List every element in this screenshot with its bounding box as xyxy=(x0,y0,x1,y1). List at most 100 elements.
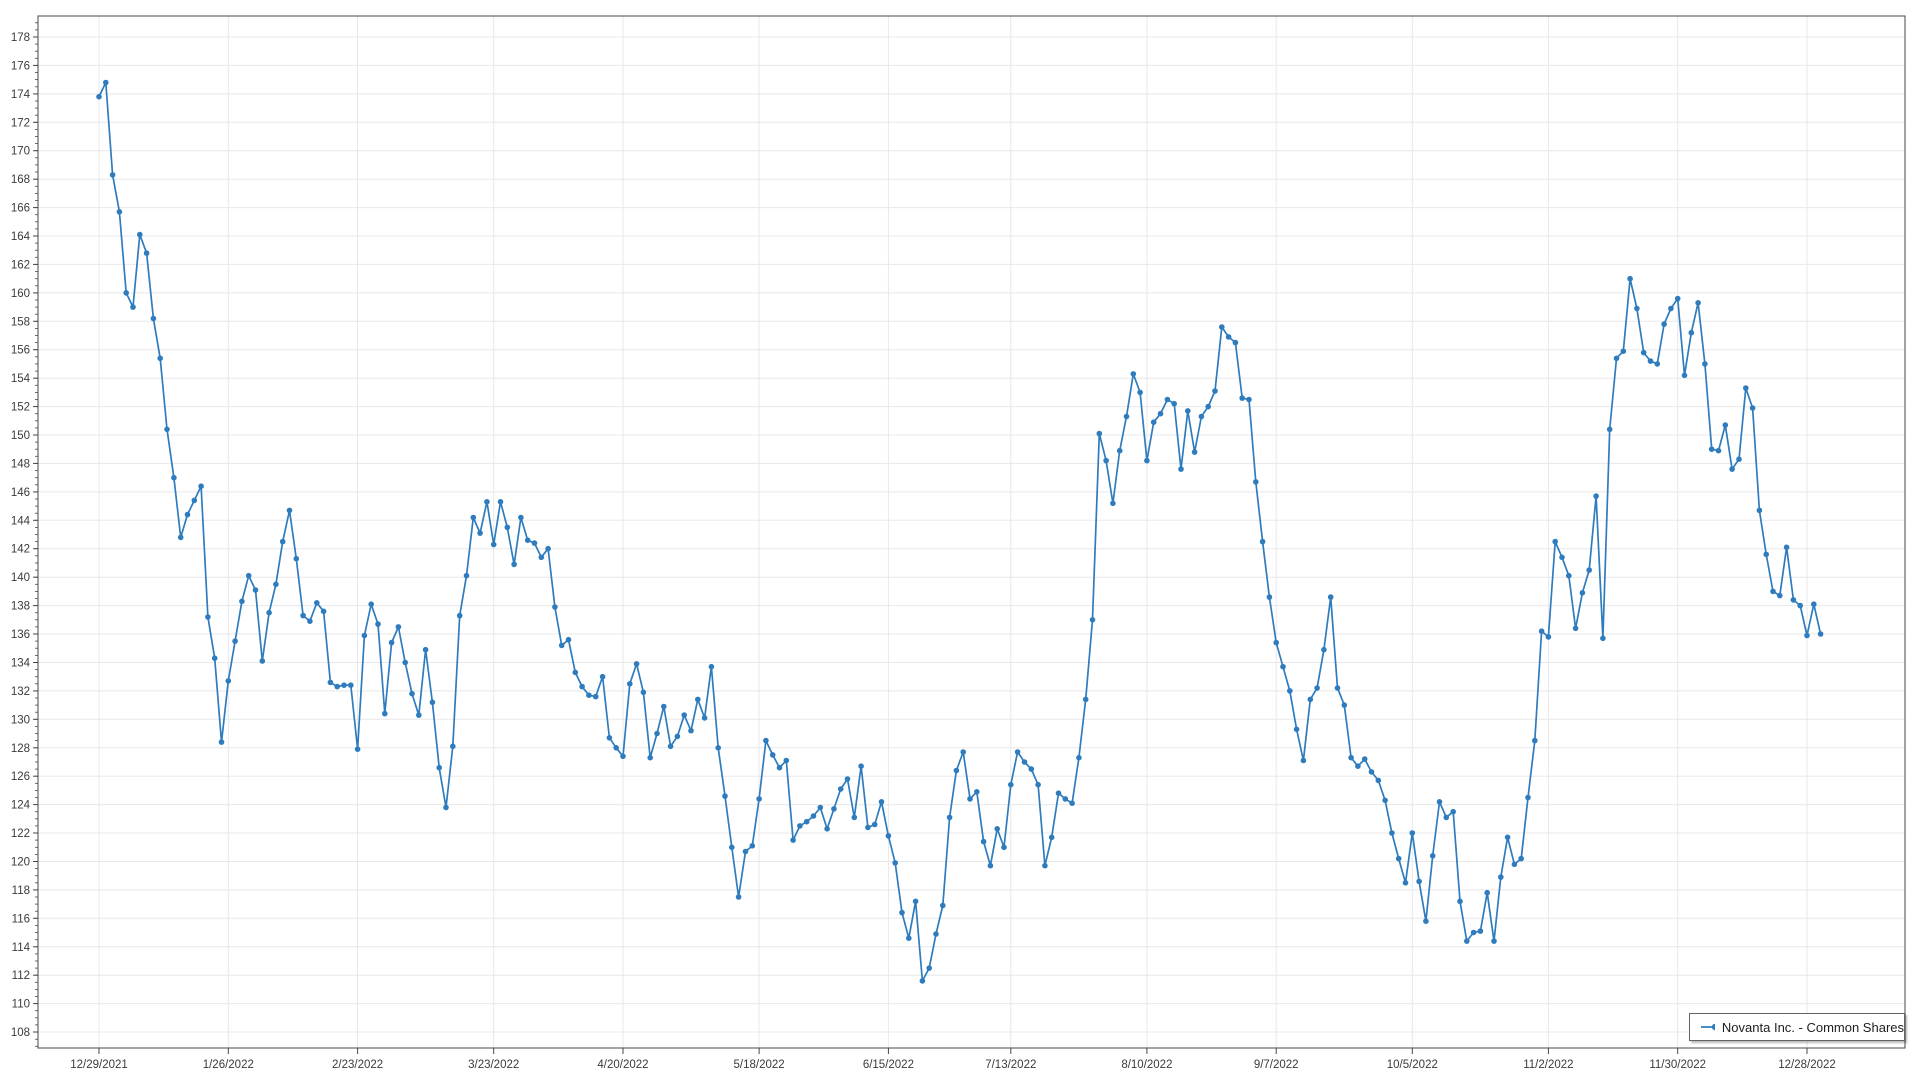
data-point[interactable]: 2/23/2022: 127.9 xyxy=(355,746,361,752)
data-point[interactable]: 10/31/2022: 128.5 xyxy=(1532,738,1538,744)
data-point[interactable]: 9/6/2022: 138.6 xyxy=(1267,594,1273,600)
data-point[interactable]: 7/22/2022: 124.8 xyxy=(1056,790,1062,796)
data-point[interactable]: 12/2/2022: 157.2 xyxy=(1689,330,1695,336)
data-point[interactable]: 6/2/2022: 122.3 xyxy=(824,826,830,832)
data-point[interactable]: 10/5/2022: 122 xyxy=(1410,830,1416,836)
data-point[interactable]: 5/9/2022: 133.7 xyxy=(709,664,715,670)
data-point[interactable]: 11/11/2022: 145.7 xyxy=(1593,493,1599,499)
data-point[interactable]: 10/14/2022: 117.2 xyxy=(1457,899,1463,905)
data-point[interactable]: 12/16/2022: 144.7 xyxy=(1757,508,1763,514)
data-point[interactable]: 11/14/2022: 135.7 xyxy=(1600,636,1606,642)
data-point[interactable]: 4/25/2022: 131.9 xyxy=(641,690,647,696)
data-point[interactable]: 2/28/2022: 136.7 xyxy=(375,621,381,627)
data-point[interactable]: 12/30/2022: 136 xyxy=(1818,631,1824,637)
data-point[interactable]: 12/6/2022: 155 xyxy=(1702,361,1708,367)
data-point[interactable]: 1/20/2022: 146.4 xyxy=(198,483,204,489)
legend[interactable]: Novanta Inc. - Common Shares xyxy=(1689,1013,1905,1041)
data-point[interactable]: 6/16/2022: 119.9 xyxy=(892,860,898,866)
data-point[interactable]: 2/25/2022: 138.1 xyxy=(368,601,374,607)
data-point[interactable]: 5/25/2022: 121.5 xyxy=(790,837,796,843)
data-point[interactable]: 8/10/2022: 148.2 xyxy=(1144,458,1150,464)
data-point[interactable]: 5/24/2022: 127.1 xyxy=(784,758,790,764)
data-point[interactable]: 7/15/2022: 127 xyxy=(1022,759,1028,765)
data-point[interactable]: 8/12/2022: 151.5 xyxy=(1158,411,1164,417)
data-point[interactable]: 1/28/2022: 138.3 xyxy=(239,599,245,605)
data-point[interactable]: 1/24/2022: 134.3 xyxy=(212,655,218,661)
data-point[interactable]: 3/24/2022: 145.3 xyxy=(498,499,504,505)
data-point[interactable]: 2/3/2022: 137.5 xyxy=(266,610,272,616)
data-point[interactable]: 10/3/2022: 120.2 xyxy=(1396,856,1402,862)
data-point[interactable]: 1/13/2022: 147 xyxy=(171,475,177,481)
data-point[interactable]: 9/20/2022: 132.2 xyxy=(1335,685,1341,691)
data-point[interactable]: 2/22/2022: 132.4 xyxy=(348,682,354,688)
data-point[interactable]: 9/22/2022: 127.3 xyxy=(1348,755,1354,761)
data-point[interactable]: 2/1/2022: 139.1 xyxy=(253,587,259,593)
data-point[interactable]: 1/5/2022: 159 xyxy=(130,304,136,310)
data-point[interactable]: 10/12/2022: 123.1 xyxy=(1444,815,1450,821)
data-point[interactable]: 10/28/2022: 124.5 xyxy=(1525,795,1531,801)
data-point[interactable]: 8/3/2022: 145.2 xyxy=(1110,501,1116,507)
data-point[interactable]: 11/15/2022: 150.4 xyxy=(1607,427,1613,433)
data-point[interactable]: 10/17/2022: 114.4 xyxy=(1464,938,1470,944)
data-point[interactable]: 6/1/2022: 123.8 xyxy=(818,805,824,811)
data-point[interactable]: 1/27/2022: 135.5 xyxy=(232,638,238,644)
data-point[interactable]: 8/24/2022: 153.1 xyxy=(1212,388,1218,394)
data-point[interactable]: 12/7/2022: 149 xyxy=(1709,446,1715,452)
data-point[interactable]: 8/25/2022: 157.6 xyxy=(1219,324,1225,330)
data-point[interactable]: 10/11/2022: 124.2 xyxy=(1437,799,1443,805)
data-point[interactable]: 3/4/2022: 134 xyxy=(402,660,408,666)
data-point[interactable]: 1/26/2022: 132.7 xyxy=(226,678,232,684)
data-point[interactable]: 12/19/2022: 141.6 xyxy=(1763,552,1769,558)
data-point[interactable]: 3/28/2022: 140.9 xyxy=(511,562,517,568)
data-point[interactable]: 3/21/2022: 143.1 xyxy=(477,530,483,536)
data-point[interactable]: 9/8/2022: 133.7 xyxy=(1280,664,1286,670)
data-point[interactable]: 9/13/2022: 127.1 xyxy=(1301,758,1307,764)
data-point[interactable]: 2/14/2022: 138.2 xyxy=(314,600,320,606)
data-point[interactable]: 7/27/2022: 127.3 xyxy=(1076,755,1082,761)
data-point[interactable]: 9/23/2022: 126.7 xyxy=(1355,763,1361,769)
data-point[interactable]: 7/5/2022: 124.4 xyxy=(967,796,973,802)
data-point[interactable]: 1/10/2022: 158.2 xyxy=(151,316,157,322)
data-point[interactable]: 7/28/2022: 131.4 xyxy=(1083,697,1089,703)
data-point[interactable]: 8/18/2022: 151.7 xyxy=(1185,408,1191,414)
data-point[interactable]: 11/21/2022: 158.9 xyxy=(1634,306,1640,312)
data-point[interactable]: 2/7/2022: 142.5 xyxy=(280,539,286,545)
data-point[interactable]: 2/15/2022: 137.6 xyxy=(321,609,327,615)
data-point[interactable]: 9/29/2022: 124.3 xyxy=(1382,798,1388,804)
data-point[interactable]: 9/16/2022: 134.9 xyxy=(1321,647,1327,653)
data-point[interactable]: 12/30/2021: 174.8 xyxy=(103,80,109,86)
data-point[interactable]: 7/18/2022: 126.5 xyxy=(1029,766,1035,772)
data-point[interactable]: 12/5/2022: 159.3 xyxy=(1695,300,1701,306)
data-point[interactable]: 1/12/2022: 150.4 xyxy=(164,427,170,433)
data-point[interactable]: 4/7/2022: 135.6 xyxy=(566,637,572,643)
data-point[interactable]: 6/9/2022: 126.7 xyxy=(858,763,864,769)
data-point[interactable]: 10/13/2022: 123.5 xyxy=(1450,809,1456,815)
data-point[interactable]: 2/8/2022: 144.7 xyxy=(287,508,293,514)
data-point[interactable]: 3/31/2022: 142.4 xyxy=(532,540,538,546)
data-point[interactable]: 9/28/2022: 125.7 xyxy=(1376,778,1382,784)
data-point[interactable]: 7/7/2022: 121.4 xyxy=(981,839,987,845)
data-point[interactable]: 11/1/2022: 136.2 xyxy=(1539,628,1545,634)
data-point[interactable]: 7/11/2022: 122.3 xyxy=(994,826,1000,832)
data-point[interactable]: 6/27/2022: 114.9 xyxy=(933,931,939,937)
data-point[interactable]: 11/3/2022: 142.5 xyxy=(1552,539,1558,545)
data-point[interactable]: 7/29/2022: 137 xyxy=(1090,617,1096,623)
data-point[interactable]: 1/21/2022: 137.2 xyxy=(205,614,211,620)
data-point[interactable]: 6/8/2022: 123.1 xyxy=(852,815,858,821)
data-point[interactable]: 2/4/2022: 139.5 xyxy=(273,582,279,588)
data-point[interactable]: 4/27/2022: 129 xyxy=(654,731,660,737)
data-point[interactable]: 3/25/2022: 143.5 xyxy=(505,525,511,531)
data-point[interactable]: 6/22/2022: 117.2 xyxy=(913,899,919,905)
data-point[interactable]: 6/14/2022: 124.2 xyxy=(879,799,885,805)
data-point[interactable]: 9/15/2022: 132.2 xyxy=(1314,685,1320,691)
data-point[interactable]: 7/21/2022: 121.7 xyxy=(1049,835,1055,841)
data-point[interactable]: 12/28/2022: 135.9 xyxy=(1804,633,1810,639)
data-point[interactable]: 12/22/2022: 142.1 xyxy=(1784,545,1790,551)
data-point[interactable]: 5/2/2022: 128.8 xyxy=(675,734,681,740)
data-point[interactable]: 9/12/2022: 129.3 xyxy=(1294,727,1300,733)
data-point[interactable]: 10/18/2022: 115 xyxy=(1471,930,1477,936)
data-point[interactable]: 10/21/2022: 114.4 xyxy=(1491,938,1497,944)
data-point[interactable]: 10/7/2022: 115.8 xyxy=(1423,918,1429,924)
data-point[interactable]: 3/22/2022: 145.3 xyxy=(484,499,490,505)
data-point[interactable]: 1/6/2022: 164.1 xyxy=(137,232,143,238)
